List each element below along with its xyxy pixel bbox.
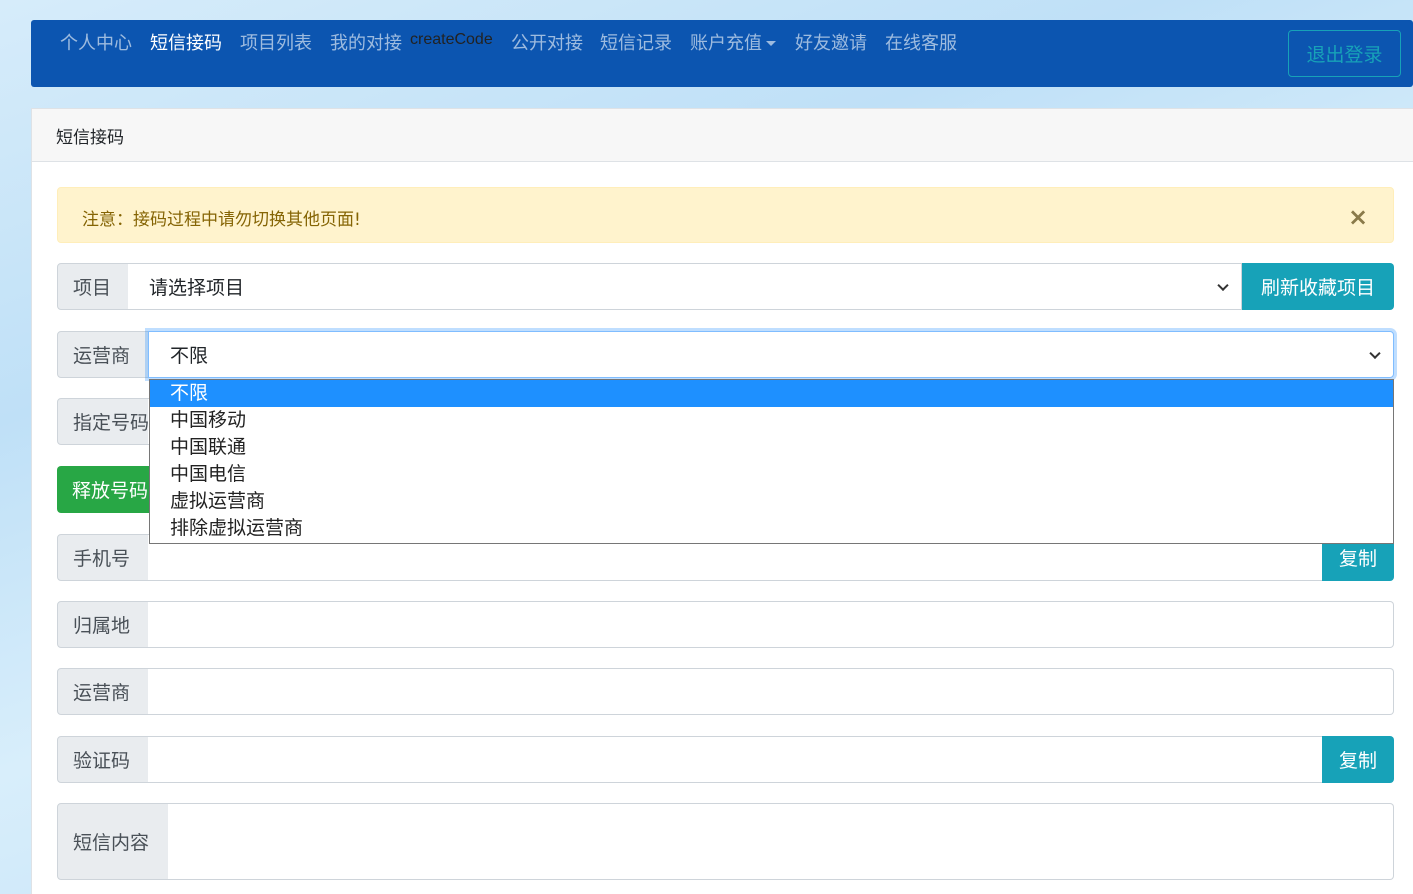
carrier-option[interactable]: 中国电信 xyxy=(150,461,1393,488)
nav-item-sms-receive[interactable]: 短信接码 xyxy=(150,29,222,55)
carrier-option[interactable]: 虚拟运营商 xyxy=(150,488,1393,515)
carrier-info-label: 运营商 xyxy=(57,668,149,715)
nav-item-project-list[interactable]: 项目列表 xyxy=(240,29,312,55)
logout-button[interactable]: 退出登录 xyxy=(1288,30,1401,77)
card-title: 短信接码 xyxy=(56,128,124,148)
project-select-value: 请选择项目 xyxy=(149,277,245,299)
nav-item-personal-center[interactable]: 个人中心 xyxy=(60,29,132,55)
nav-item-my-docking[interactable]: 我的对接 xyxy=(330,29,402,55)
create-code-text: createCode xyxy=(410,31,493,48)
project-label: 项目 xyxy=(57,263,129,310)
project-select[interactable]: 请选择项目 xyxy=(128,263,1242,310)
carrier-dropdown-list: 不限 中国移动 中国联通 中国电信 虚拟运营商 排除虚拟运营商 xyxy=(149,379,1394,544)
carrier-option[interactable]: 排除虚拟运营商 xyxy=(150,515,1393,542)
carrier-select[interactable]: 不限 xyxy=(148,331,1394,378)
nav-item-public-docking[interactable]: 公开对接 xyxy=(511,29,583,55)
alert-text: 注意：接码过程中请勿切换其他页面! xyxy=(82,210,361,230)
code-label: 验证码 xyxy=(57,736,149,783)
carrier-option[interactable]: 中国联通 xyxy=(150,434,1393,461)
carrier-info-input[interactable] xyxy=(148,668,1394,715)
refresh-favorites-button[interactable]: 刷新收藏项目 xyxy=(1242,263,1394,310)
chevron-down-icon xyxy=(1217,279,1229,291)
carrier-select-value: 不限 xyxy=(170,345,209,367)
close-icon[interactable]: × xyxy=(1348,203,1368,231)
phone-label: 手机号 xyxy=(57,534,149,581)
nav-item-sms-records[interactable]: 短信记录 xyxy=(600,29,672,55)
copy-code-button[interactable]: 复制 xyxy=(1322,736,1394,783)
number-label: 指定号码 xyxy=(57,398,149,445)
carrier-option[interactable]: 不限 xyxy=(150,380,1393,407)
location-input[interactable] xyxy=(148,601,1394,648)
carrier-option[interactable]: 中国移动 xyxy=(150,407,1393,434)
sms-content-label: 短信内容 xyxy=(57,803,169,880)
location-label: 归属地 xyxy=(57,601,149,648)
nav-item-invite-friends[interactable]: 好友邀请 xyxy=(795,29,867,55)
caret-down-icon xyxy=(766,41,776,46)
recharge-label: 账户充值 xyxy=(690,33,762,54)
card-header xyxy=(32,109,1413,162)
chevron-down-icon xyxy=(1369,347,1381,359)
carrier-label: 运营商 xyxy=(57,331,149,378)
code-input[interactable] xyxy=(148,736,1323,783)
sms-content-textarea[interactable] xyxy=(168,803,1394,880)
nav-item-online-service[interactable]: 在线客服 xyxy=(885,29,957,55)
nav-item-account-recharge[interactable]: 账户充值 xyxy=(690,29,776,55)
